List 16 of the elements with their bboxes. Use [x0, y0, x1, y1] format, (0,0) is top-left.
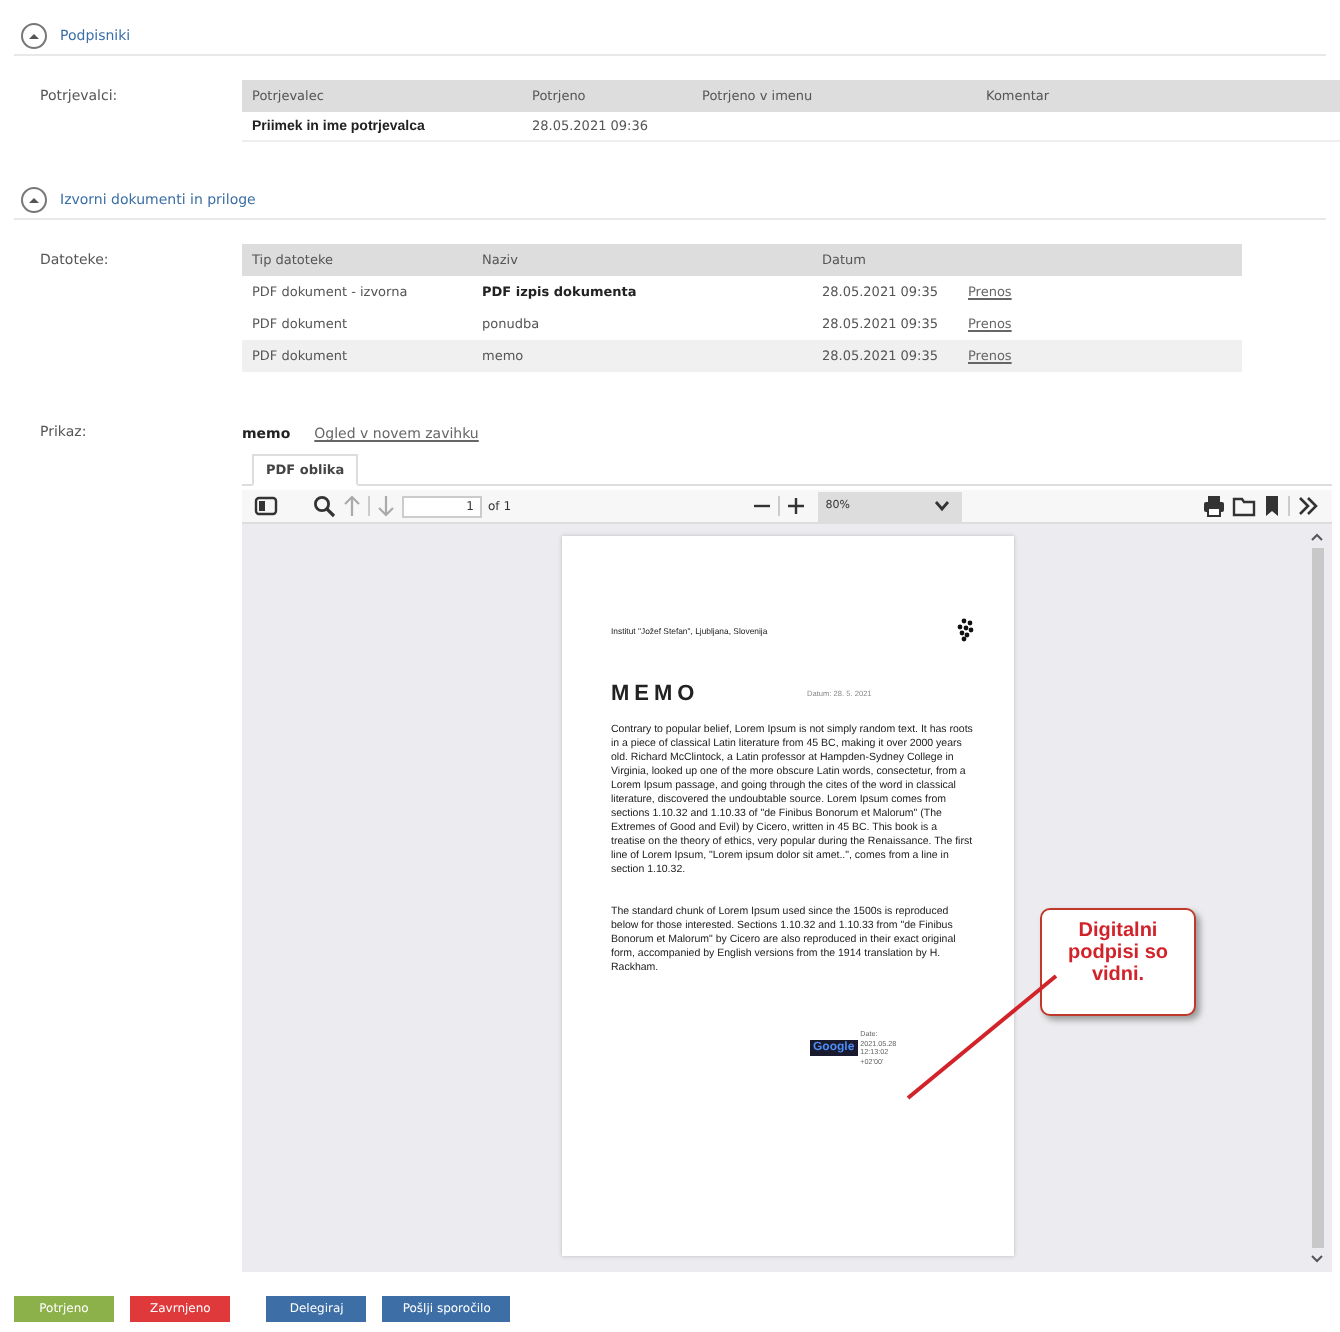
callout-box: Digitalni podpisi so vidni. [1040, 908, 1196, 1016]
zoom-in-icon[interactable] [785, 494, 806, 518]
sidebar-toggle-icon[interactable] [254, 494, 278, 518]
more-tools-icon[interactable] [1295, 494, 1320, 518]
print-icon[interactable] [1201, 494, 1226, 518]
memo-title: MEMO [611, 682, 702, 706]
scrollbar-thumb[interactable] [1311, 548, 1323, 1248]
scroll-up-icon[interactable] [1310, 532, 1324, 542]
search-icon[interactable] [312, 494, 336, 518]
bookmark-icon[interactable] [1261, 494, 1282, 518]
scroll-down-icon[interactable] [1310, 1254, 1324, 1264]
dots-logo-icon [955, 618, 973, 642]
folder-icon[interactable] [1231, 494, 1256, 518]
collapse-icon[interactable] [20, 186, 48, 214]
collapse-icon[interactable] [20, 22, 48, 50]
caret-icon [933, 500, 950, 512]
